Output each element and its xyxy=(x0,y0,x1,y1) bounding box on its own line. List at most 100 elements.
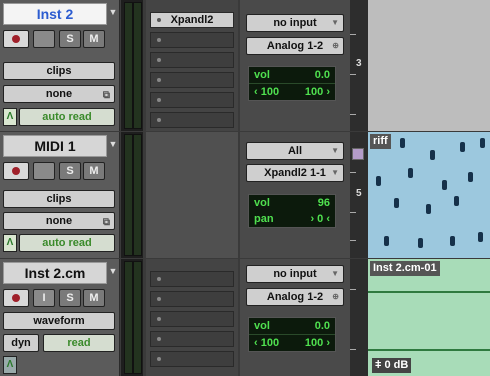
ruler-number: 3 xyxy=(356,58,362,69)
playlist-selector[interactable]: none ⧉ xyxy=(3,212,115,230)
insert-slot-2[interactable] xyxy=(150,291,234,307)
track-menu-arrow-icon[interactable]: ▼ xyxy=(108,135,118,157)
track-inst2: Inst 2 ▼ S M clips none ⧉ Λ auto read Xpa… xyxy=(0,0,490,131)
midi-note[interactable] xyxy=(426,204,431,214)
record-enable-button[interactable] xyxy=(3,289,29,307)
midi-note[interactable] xyxy=(460,142,465,152)
midi-note[interactable] xyxy=(376,176,381,186)
mute-button[interactable]: M xyxy=(83,30,105,48)
track-buttons: I S M xyxy=(3,289,117,309)
waveform xyxy=(368,291,490,293)
record-enable-button[interactable] xyxy=(3,30,29,48)
midi-clip[interactable]: riff xyxy=(368,132,490,258)
inserts-column xyxy=(146,259,238,376)
playlist-selector[interactable]: none ⧉ xyxy=(3,85,115,103)
input-monitor-button[interactable] xyxy=(33,162,55,180)
insert-slot-2[interactable] xyxy=(150,32,234,48)
playlist-label: none xyxy=(45,88,73,100)
insert-slot-3[interactable] xyxy=(150,52,234,68)
empty-playlist-area[interactable] xyxy=(368,0,490,131)
track-buttons: S M xyxy=(3,162,117,182)
clip-gain[interactable]: ǂ 0 dB xyxy=(372,358,412,373)
volume-pan-display[interactable]: vol 0.0 ‹ 100 100 › xyxy=(248,317,336,352)
midi-note[interactable] xyxy=(450,236,455,246)
io-column: no input ▼ Analog 1-2 ⊕ vol 0.0 ‹ 100 100 › xyxy=(240,0,350,131)
insert-slot-1[interactable]: Xpandl2 xyxy=(150,12,234,28)
midi-note[interactable] xyxy=(418,238,423,248)
midi-note[interactable] xyxy=(454,196,459,206)
track-view-selector[interactable]: waveform xyxy=(3,312,115,330)
mute-button[interactable]: M xyxy=(83,289,105,307)
dyn-row: dyn read xyxy=(3,334,115,352)
mute-button[interactable]: M xyxy=(83,162,105,180)
record-enable-button[interactable] xyxy=(3,162,29,180)
volume-pan-display[interactable]: vol 96 pan › 0 ‹ xyxy=(248,194,336,228)
vol-value[interactable]: 96 xyxy=(318,195,330,211)
solo-button[interactable]: S xyxy=(59,30,81,48)
track-view-selector[interactable]: clips xyxy=(3,190,115,208)
solo-button[interactable]: S xyxy=(59,162,81,180)
track-controls: Inst 2.cm ▼ I S M waveform dyn read Λ xyxy=(0,259,120,376)
output-selector[interactable]: Analog 1-2 ⊕ xyxy=(246,288,344,306)
track-name[interactable]: MIDI 1 xyxy=(3,135,107,157)
audio-clip[interactable]: Inst 2.cm-01 ǂ 0 dB xyxy=(368,259,490,376)
ruler-edge: 3 xyxy=(350,0,368,131)
track-buttons: S M xyxy=(3,30,117,50)
insert-slot-1[interactable] xyxy=(150,271,234,287)
input-selector[interactable]: no input ▼ xyxy=(246,14,344,32)
pan-value[interactable]: › 0 ‹ xyxy=(310,211,330,227)
vol-value[interactable]: 0.0 xyxy=(315,318,330,334)
midi-note[interactable] xyxy=(468,172,473,182)
midi-note[interactable] xyxy=(400,138,405,148)
input-monitor-button[interactable] xyxy=(33,30,55,48)
input-monitor-button[interactable]: I xyxy=(33,289,55,307)
io-column: All ▼ Xpandl2 1-1 ▼ vol 96 pan › 0 ‹ xyxy=(240,132,350,258)
automation-mode-selector[interactable]: read xyxy=(43,334,115,352)
track-menu-arrow-icon[interactable]: ▼ xyxy=(108,262,118,284)
insert-slot-4[interactable] xyxy=(150,72,234,88)
pan-left[interactable]: ‹ 100 xyxy=(254,337,279,349)
track-midi1: MIDI 1 ▼ S M clips none ⧉ Λ auto read All… xyxy=(0,132,490,258)
inserts-column xyxy=(146,132,238,258)
vol-value[interactable]: 0.0 xyxy=(315,67,330,83)
insert-slot-5[interactable] xyxy=(150,351,234,367)
output-selector[interactable]: Analog 1-2 ⊕ xyxy=(246,37,344,55)
solo-button[interactable]: S xyxy=(59,289,81,307)
track-view-selector[interactable]: clips xyxy=(3,62,115,80)
midi-note[interactable] xyxy=(430,150,435,160)
insert-slot-5[interactable] xyxy=(150,92,234,108)
midi-color-chip xyxy=(352,148,364,160)
pan-right[interactable]: 100 › xyxy=(305,84,330,100)
automation-mode-selector[interactable]: auto read xyxy=(19,108,115,126)
track-name[interactable]: Inst 2 xyxy=(3,3,107,25)
midi-note[interactable] xyxy=(384,236,389,246)
level-meter xyxy=(121,259,143,376)
automation-row: Λ auto read xyxy=(3,108,115,126)
midi-note[interactable] xyxy=(408,168,413,178)
insert-slot-6[interactable] xyxy=(150,112,234,128)
track-menu-arrow-icon[interactable]: ▼ xyxy=(108,3,118,25)
insert-slot-3[interactable] xyxy=(150,311,234,327)
ruler-edge xyxy=(350,259,368,376)
volume-pan-display[interactable]: vol 0.0 ‹ 100 100 › xyxy=(248,66,336,101)
insert-slot-4[interactable] xyxy=(150,331,234,347)
automation-icon: Λ xyxy=(3,356,17,374)
midi-note[interactable] xyxy=(478,232,483,242)
track-inst2cm: Inst 2.cm ▼ I S M waveform dyn read Λ no… xyxy=(0,259,490,376)
input-selector[interactable]: no input ▼ xyxy=(246,265,344,283)
vol-label: vol xyxy=(254,69,270,81)
dyn-button[interactable]: dyn xyxy=(3,334,39,352)
vol-label: vol xyxy=(254,197,270,209)
midi-note[interactable] xyxy=(442,180,447,190)
playlist-label: none xyxy=(45,215,73,227)
level-meter xyxy=(121,132,143,258)
automation-mode-selector[interactable]: auto read xyxy=(19,234,115,252)
input-selector[interactable]: All ▼ xyxy=(246,142,344,160)
midi-note[interactable] xyxy=(480,138,485,148)
output-selector[interactable]: Xpandl2 1-1 ▼ xyxy=(246,164,344,182)
pan-right[interactable]: 100 › xyxy=(305,335,330,351)
track-name[interactable]: Inst 2.cm xyxy=(3,262,107,284)
pan-left[interactable]: ‹ 100 xyxy=(254,86,279,98)
clip-name: Inst 2.cm-01 xyxy=(370,261,440,276)
midi-note[interactable] xyxy=(394,198,399,208)
